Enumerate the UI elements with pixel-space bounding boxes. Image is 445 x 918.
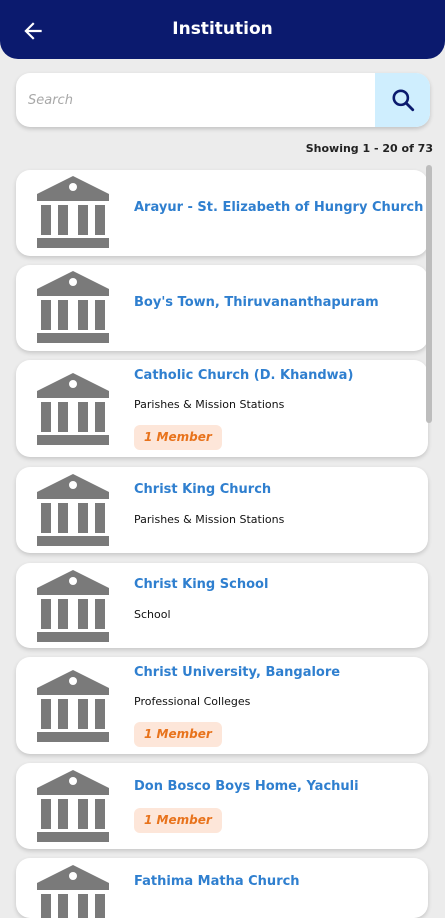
institution-name[interactable]: Catholic Church (D. Khandwa) bbox=[134, 368, 416, 383]
institution-name[interactable]: Fathima Matha Church bbox=[134, 874, 416, 889]
institution-name[interactable]: Christ King School bbox=[134, 577, 416, 592]
institution-card[interactable]: Christ University, Bangalore Professiona… bbox=[16, 657, 428, 754]
institution-building-icon bbox=[37, 570, 109, 642]
institution-building-icon bbox=[37, 373, 109, 445]
institution-building-icon bbox=[37, 271, 109, 343]
institution-card[interactable]: Catholic Church (D. Khandwa) Parishes & … bbox=[16, 360, 428, 457]
institution-building-icon bbox=[37, 176, 109, 248]
institution-card[interactable]: Christ King Church Parishes & Mission St… bbox=[16, 467, 428, 553]
member-count-badge: 1 Member bbox=[134, 722, 222, 747]
member-count-badge: 1 Member bbox=[134, 425, 222, 450]
institution-card[interactable]: Don Bosco Boys Home, Yachuli 1 Member bbox=[16, 763, 428, 849]
institution-category: Parishes & Mission Stations bbox=[134, 513, 285, 526]
institution-name[interactable]: Christ University, Bangalore bbox=[134, 665, 416, 680]
scrollbar[interactable] bbox=[426, 165, 432, 423]
institution-category: Professional Colleges bbox=[134, 695, 251, 708]
institution-building-icon bbox=[37, 865, 109, 918]
member-count-badge: 1 Member bbox=[134, 808, 222, 833]
institution-card[interactable]: Arayur - St. Elizabeth of Hungry Church bbox=[16, 170, 428, 256]
institution-name[interactable]: Christ King Church bbox=[134, 482, 416, 497]
institution-category: Parishes & Mission Stations bbox=[134, 398, 285, 411]
institution-building-icon bbox=[37, 670, 109, 742]
institution-card[interactable]: Fathima Matha Church bbox=[16, 858, 428, 918]
institution-name[interactable]: Don Bosco Boys Home, Yachuli bbox=[134, 779, 416, 794]
institution-card[interactable]: Boy's Town, Thiruvananthapuram bbox=[16, 265, 428, 351]
institution-name[interactable]: Boy's Town, Thiruvananthapuram bbox=[134, 295, 416, 310]
institution-building-icon bbox=[37, 474, 109, 546]
institution-name[interactable]: Arayur - St. Elizabeth of Hungry Church bbox=[134, 200, 423, 215]
institution-card[interactable]: Christ King School School bbox=[16, 563, 428, 648]
institution-list: Arayur - St. Elizabeth of Hungry Church … bbox=[0, 0, 445, 918]
institution-category: School bbox=[134, 608, 171, 621]
institution-building-icon bbox=[37, 770, 109, 842]
